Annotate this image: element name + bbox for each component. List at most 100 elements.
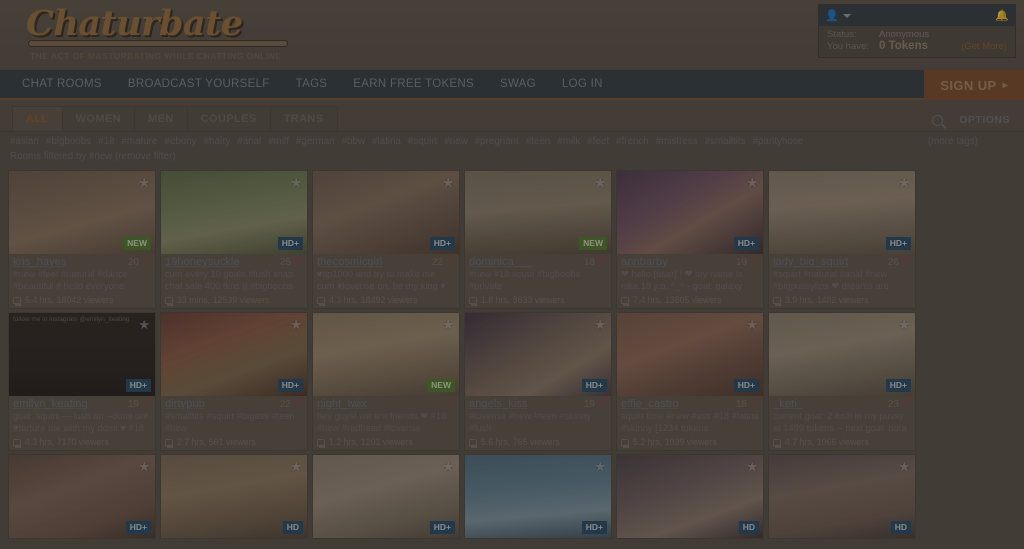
- search-icon[interactable]: [932, 114, 944, 126]
- room-thumbnail[interactable]: follow me in instagram @emilyn_keating ★ H…: [9, 313, 155, 396]
- logo[interactable]: Chaturbate THE ACT OF MASTURBATING WHILE…: [18, 2, 318, 61]
- room-card[interactable]: ★ HD: [768, 454, 916, 539]
- tag-link[interactable]: #feet: [587, 136, 609, 147]
- room-thumbnail[interactable]: ★ NEW: [9, 171, 155, 254]
- room-username[interactable]: _keti_: [773, 398, 888, 410]
- room-card[interactable]: ★ HD+: [464, 454, 612, 539]
- options-button[interactable]: OPTIONS: [959, 114, 1010, 126]
- tag-link[interactable]: #18: [98, 136, 114, 147]
- tag-link[interactable]: #teen: [526, 136, 551, 147]
- room-thumbnail[interactable]: ★ HD: [617, 455, 763, 538]
- room-thumbnail[interactable]: ★ HD+: [617, 171, 763, 254]
- favorite-star-icon[interactable]: ★: [442, 317, 454, 333]
- room-card[interactable]: ★ HD: [616, 454, 764, 539]
- nav-item-tags[interactable]: TAGS: [296, 78, 328, 90]
- filter-status-line[interactable]: Rooms filtered by #new (remove filter): [0, 151, 1024, 167]
- favorite-star-icon[interactable]: ★: [746, 317, 758, 333]
- tag-link[interactable]: #bbw: [342, 136, 365, 147]
- tag-link[interactable]: #new: [444, 136, 467, 147]
- nav-item-chat-rooms[interactable]: CHAT ROOMS: [22, 78, 102, 90]
- favorite-star-icon[interactable]: ★: [898, 459, 910, 475]
- tag-link[interactable]: #german: [296, 136, 335, 147]
- room-username[interactable]: angels_kiss: [469, 398, 584, 410]
- tag-link[interactable]: #pregnant: [475, 136, 519, 147]
- room-card[interactable]: ★ HD+ _keti_ 23 ⚥ current goal: 2 lush in my …: [768, 312, 916, 451]
- room-card[interactable]: ★ HD+ lady_big_squirt 26 ⚥ #squirt #natural #…: [768, 170, 916, 309]
- favorite-star-icon[interactable]: ★: [594, 175, 606, 191]
- favorite-star-icon[interactable]: ★: [138, 317, 150, 333]
- room-card[interactable]: ★ NEW night_twix ⚥ hey guys! we are friends …: [312, 312, 460, 451]
- tag-link[interactable]: #mature: [121, 136, 157, 147]
- room-username[interactable]: night_twix: [317, 398, 443, 410]
- favorite-star-icon[interactable]: ★: [898, 317, 910, 333]
- room-card[interactable]: ★ HD+: [312, 454, 460, 539]
- room-thumbnail[interactable]: ★ HD+: [313, 455, 459, 538]
- room-thumbnail[interactable]: ★ HD+: [313, 171, 459, 254]
- room-username[interactable]: 19honeysuckle: [165, 256, 280, 268]
- nav-item-log-in[interactable]: LOG IN: [562, 78, 603, 90]
- room-username[interactable]: dominica___: [469, 256, 584, 268]
- room-card[interactable]: ★ HD: [160, 454, 308, 539]
- room-username[interactable]: thecosmicgirl: [317, 256, 432, 268]
- nav-item-broadcast-yourself[interactable]: BROADCAST YOURSELF: [128, 78, 270, 90]
- room-thumbnail[interactable]: ★ HD+: [161, 171, 307, 254]
- favorite-star-icon[interactable]: ★: [746, 459, 758, 475]
- room-username[interactable]: kris_hayes: [13, 256, 128, 268]
- tag-link[interactable]: #asian: [10, 136, 39, 147]
- room-username[interactable]: annbarby: [621, 256, 736, 268]
- favorite-star-icon[interactable]: ★: [898, 175, 910, 191]
- room-thumbnail[interactable]: ★ HD+: [465, 455, 611, 538]
- tab-all[interactable]: ALL: [12, 106, 63, 131]
- tag-link[interactable]: #pantyhose: [753, 136, 804, 147]
- room-thumbnail[interactable]: ★ HD: [161, 455, 307, 538]
- room-username[interactable]: lady_big_squirt: [773, 256, 888, 268]
- favorite-star-icon[interactable]: ★: [594, 459, 606, 475]
- room-thumbnail[interactable]: ★ HD+: [617, 313, 763, 396]
- get-more-link[interactable]: (Get More): [961, 41, 1007, 52]
- favorite-star-icon[interactable]: ★: [138, 175, 150, 191]
- bell-icon[interactable]: 🔔: [995, 9, 1009, 22]
- tag-link[interactable]: #ebony: [164, 136, 196, 147]
- nav-item-swag[interactable]: SWAG: [500, 78, 536, 90]
- chevron-down-icon[interactable]: [842, 13, 851, 18]
- room-card[interactable]: ★ NEW dominica___ 18 ⚥ #new #18 #cute #bigboo…: [464, 170, 612, 309]
- tab-women[interactable]: WOMEN: [61, 106, 135, 131]
- room-thumbnail[interactable]: ★ HD+: [465, 313, 611, 396]
- tab-couples[interactable]: COUPLES: [186, 106, 271, 131]
- tab-men[interactable]: MEN: [133, 106, 188, 131]
- favorite-star-icon[interactable]: ★: [290, 175, 302, 191]
- favorite-star-icon[interactable]: ★: [442, 459, 454, 475]
- nav-item-earn-free-tokens[interactable]: EARN FREE TOKENS: [353, 78, 474, 90]
- favorite-star-icon[interactable]: ★: [594, 317, 606, 333]
- tag-link[interactable]: #anal: [237, 136, 261, 147]
- room-thumbnail[interactable]: ★ HD+: [9, 455, 155, 538]
- tag-link[interactable]: #french: [616, 136, 649, 147]
- room-username[interactable]: effie_castro: [621, 398, 736, 410]
- tag-link[interactable]: #latina: [372, 136, 401, 147]
- tag-link[interactable]: #bigboobs: [46, 136, 91, 147]
- tag-link[interactable]: #milf: [268, 136, 289, 147]
- room-card[interactable]: ★ HD+ annbarby 19 ⚥ ❤ hello [user] ! ❤ my nam…: [616, 170, 764, 309]
- room-card[interactable]: ★ HD+ effie_castro 18 ⚥ squirt time #new #ass…: [616, 312, 764, 451]
- room-card[interactable]: ★ NEW kris_hayes 20 ⚥ #new #feet #natural #da…: [8, 170, 156, 309]
- more-tags-link[interactable]: (more tags): [928, 136, 978, 147]
- room-thumbnail[interactable]: ★ HD: [769, 455, 915, 538]
- room-card[interactable]: ★ HD+ 19honeysuckle 25 ⚥ cum every 10 goals #…: [160, 170, 308, 309]
- room-username[interactable]: emilyn_keating: [13, 398, 128, 410]
- room-thumbnail[interactable]: ★ HD+: [161, 313, 307, 396]
- favorite-star-icon[interactable]: ★: [442, 175, 454, 191]
- favorite-star-icon[interactable]: ★: [138, 459, 150, 475]
- favorite-star-icon[interactable]: ★: [746, 175, 758, 191]
- tag-link[interactable]: #squirt: [408, 136, 437, 147]
- room-card[interactable]: ★ HD+ angels_kiss 19 ⚥ #lovense #new #teen #s…: [464, 312, 612, 451]
- favorite-star-icon[interactable]: ★: [290, 317, 302, 333]
- favorite-star-icon[interactable]: ★: [290, 459, 302, 475]
- tag-link[interactable]: #mistress: [656, 136, 698, 147]
- tag-link[interactable]: #milk: [557, 136, 580, 147]
- room-card[interactable]: ★ HD+: [8, 454, 156, 539]
- room-card[interactable]: ★ HD+ thecosmicgirl 22 ⚥ ♥tip1000 and try to …: [312, 170, 460, 309]
- room-card[interactable]: ★ HD+ dirtypub 22 ⚥ #smalltits #squirt #bigas…: [160, 312, 308, 451]
- room-card[interactable]: follow me in instagram @emilyn_keating ★ H…: [8, 312, 156, 451]
- user-panel-header[interactable]: 👤 🔔: [819, 5, 1015, 26]
- room-thumbnail[interactable]: ★ HD+: [769, 171, 915, 254]
